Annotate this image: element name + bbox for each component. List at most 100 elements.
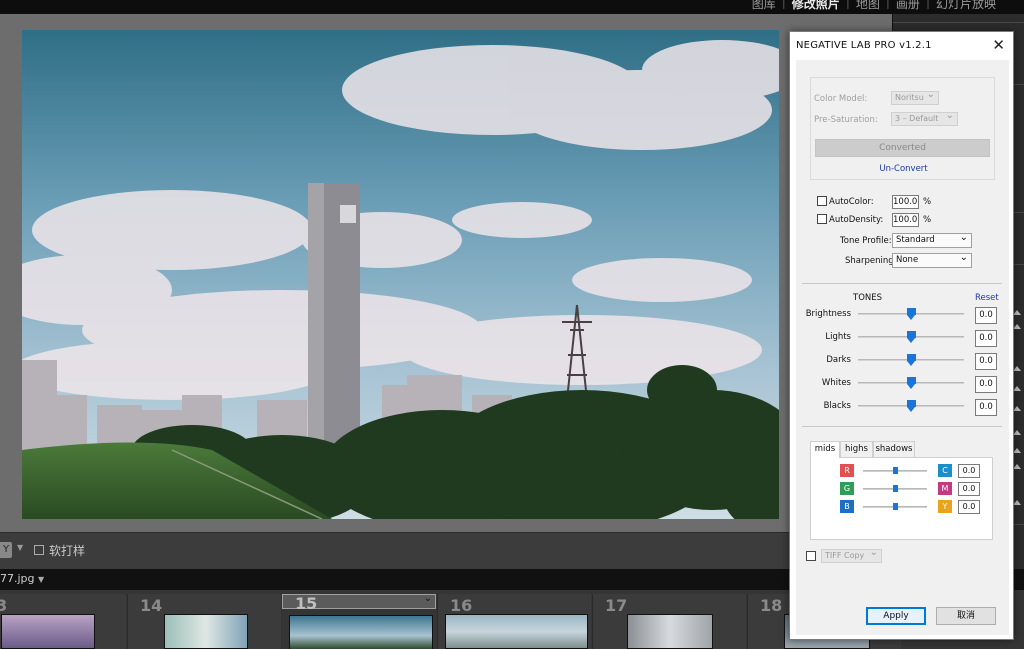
chevron-down-icon[interactable]: ▼ bbox=[17, 543, 23, 552]
cancel-button[interactable]: 取消 bbox=[936, 607, 996, 625]
tones-heading: TONES bbox=[853, 293, 883, 303]
red-cyan-slider-handle[interactable] bbox=[893, 467, 898, 474]
city-photo-image bbox=[22, 30, 779, 519]
slider-marker-icon[interactable] bbox=[1013, 324, 1021, 329]
filmstrip-cell-selected[interactable]: 15 bbox=[282, 592, 436, 649]
brightness-slider-handle[interactable] bbox=[907, 308, 916, 320]
red-channel-badge: R bbox=[840, 464, 854, 477]
tone-label-lights: Lights bbox=[825, 332, 851, 342]
sharpening-label: Sharpening bbox=[845, 256, 894, 266]
develop-canvas bbox=[0, 14, 892, 532]
color-model-label: Color Model: bbox=[814, 94, 868, 104]
filmstrip-thumbnail bbox=[627, 614, 713, 649]
blue-yellow-value[interactable]: 0.0 bbox=[958, 500, 980, 514]
frame-number: 17 bbox=[605, 596, 628, 615]
filmstrip-thumbnail bbox=[289, 615, 433, 649]
module-library[interactable]: 图库 bbox=[746, 0, 782, 12]
filmstrip-cell[interactable]: 13 bbox=[0, 594, 126, 649]
filename-text: 77.jpg bbox=[0, 572, 35, 585]
blue-yellow-slider-handle[interactable] bbox=[893, 503, 898, 510]
tone-profile-select[interactable]: Standard bbox=[892, 231, 972, 248]
develop-toolbar: Y ▼ 软打样 bbox=[0, 532, 892, 569]
slider-marker-icon[interactable] bbox=[1013, 448, 1021, 453]
percent-label: % bbox=[923, 215, 932, 225]
divider bbox=[802, 283, 1002, 284]
conversion-group: Color Model: Noritsu Pre-Saturation: 3 –… bbox=[810, 77, 995, 180]
tone-label-whites: Whites bbox=[821, 378, 851, 388]
autocolor-checkbox[interactable] bbox=[817, 196, 827, 206]
frame-number: 14 bbox=[140, 596, 163, 615]
frame-number: 13 bbox=[0, 596, 8, 615]
frame-number: 18 bbox=[760, 596, 783, 615]
module-develop[interactable]: 修改照片 bbox=[786, 0, 846, 12]
negative-lab-pro-dialog: NEGATIVE LAB PRO v1.2.1 ✕ Color Model: N… bbox=[789, 31, 1014, 640]
autodensity-input[interactable]: 100.0 bbox=[892, 213, 919, 227]
unconvert-link[interactable]: Un-Convert bbox=[811, 164, 996, 174]
tone-label-blacks: Blacks bbox=[823, 401, 851, 411]
module-picker: 图库 | 修改照片 | 地图 | 画册 | 幻灯片放映 bbox=[746, 0, 1002, 12]
autodensity-label: AutoDensity: bbox=[829, 215, 884, 225]
tone-profile-label: Tone Profile: bbox=[840, 236, 892, 246]
blue-channel-badge: B bbox=[840, 500, 854, 513]
whites-value[interactable]: 0.0 bbox=[975, 376, 997, 393]
current-filename[interactable]: 77.jpg ▼ bbox=[0, 572, 44, 585]
apply-button[interactable]: Apply bbox=[866, 607, 926, 625]
tiff-copy-select[interactable]: TIFF Copy bbox=[821, 547, 882, 563]
slider-marker-icon[interactable] bbox=[1013, 500, 1021, 505]
red-cyan-value[interactable]: 0.0 bbox=[958, 464, 980, 478]
before-after-button[interactable]: Y bbox=[0, 542, 12, 558]
divider bbox=[802, 426, 1002, 427]
tab-shadows[interactable]: shadows bbox=[873, 441, 915, 457]
module-bar: 图库 | 修改照片 | 地图 | 画册 | 幻灯片放映 bbox=[0, 0, 1024, 14]
slider-marker-icon[interactable] bbox=[1013, 430, 1021, 435]
slider-marker-icon[interactable] bbox=[1013, 464, 1021, 469]
autocolor-input[interactable]: 100.0 bbox=[892, 195, 919, 209]
softproof-label: 软打样 bbox=[49, 544, 86, 558]
lights-slider-handle[interactable] bbox=[907, 331, 916, 343]
filmstrip-thumbnail bbox=[1, 614, 95, 649]
magenta-channel-badge: M bbox=[938, 482, 952, 495]
tab-mids[interactable]: mids bbox=[810, 441, 840, 458]
filmstrip-cell[interactable]: 14 bbox=[127, 594, 281, 649]
panel-divider bbox=[893, 22, 1024, 23]
softproof-checkbox[interactable] bbox=[34, 545, 44, 555]
green-magenta-value[interactable]: 0.0 bbox=[958, 482, 980, 496]
reset-link[interactable]: Reset bbox=[975, 293, 999, 303]
blacks-value[interactable]: 0.0 bbox=[975, 399, 997, 416]
lightroom-window: 图库 | 修改照片 | 地图 | 画册 | 幻灯片放映 Y ▼ 软打样 77.j… bbox=[0, 0, 1024, 649]
sharpening-select[interactable]: None bbox=[892, 251, 972, 268]
chevron-down-icon: ▼ bbox=[38, 575, 45, 584]
module-book[interactable]: 画册 bbox=[890, 0, 926, 12]
yellow-channel-badge: Y bbox=[938, 500, 952, 513]
blacks-slider-handle[interactable] bbox=[907, 400, 916, 412]
slider-marker-icon[interactable] bbox=[1013, 366, 1021, 371]
darks-slider-handle[interactable] bbox=[907, 354, 916, 366]
dialog-title: NEGATIVE LAB PRO v1.2.1 bbox=[796, 40, 932, 51]
slider-marker-icon[interactable] bbox=[1013, 406, 1021, 411]
filmstrip-cell[interactable]: 16 bbox=[437, 594, 591, 649]
green-magenta-slider-handle[interactable] bbox=[893, 485, 898, 492]
lights-value[interactable]: 0.0 bbox=[975, 330, 997, 347]
filmstrip-thumbnail bbox=[164, 614, 248, 649]
frame-number: 16 bbox=[450, 596, 473, 615]
autodensity-checkbox[interactable] bbox=[817, 214, 827, 224]
tone-label-darks: Darks bbox=[826, 355, 851, 365]
pre-saturation-select[interactable]: 3 – Default bbox=[891, 110, 958, 126]
photo-preview[interactable] bbox=[22, 30, 779, 519]
tab-highs[interactable]: highs bbox=[840, 441, 873, 457]
slider-marker-icon[interactable] bbox=[1013, 310, 1021, 315]
module-slideshow[interactable]: 幻灯片放映 bbox=[930, 0, 1002, 12]
module-map[interactable]: 地图 bbox=[850, 0, 886, 12]
whites-slider-handle[interactable] bbox=[907, 377, 916, 389]
color-model-select[interactable]: Noritsu bbox=[891, 89, 939, 105]
tone-label-brightness: Brightness bbox=[805, 309, 851, 319]
slider-marker-icon[interactable] bbox=[1013, 386, 1021, 391]
converted-button[interactable]: Converted bbox=[815, 139, 990, 157]
brightness-value[interactable]: 0.0 bbox=[975, 307, 997, 324]
mids-panel: R C 0.0 G M 0.0 B Y 0.0 bbox=[810, 457, 993, 540]
filmstrip-cell[interactable]: 17 bbox=[592, 594, 746, 649]
close-icon[interactable]: ✕ bbox=[992, 36, 1005, 54]
darks-value[interactable]: 0.0 bbox=[975, 353, 997, 370]
tiff-copy-checkbox[interactable] bbox=[806, 551, 816, 561]
percent-label: % bbox=[923, 197, 932, 207]
